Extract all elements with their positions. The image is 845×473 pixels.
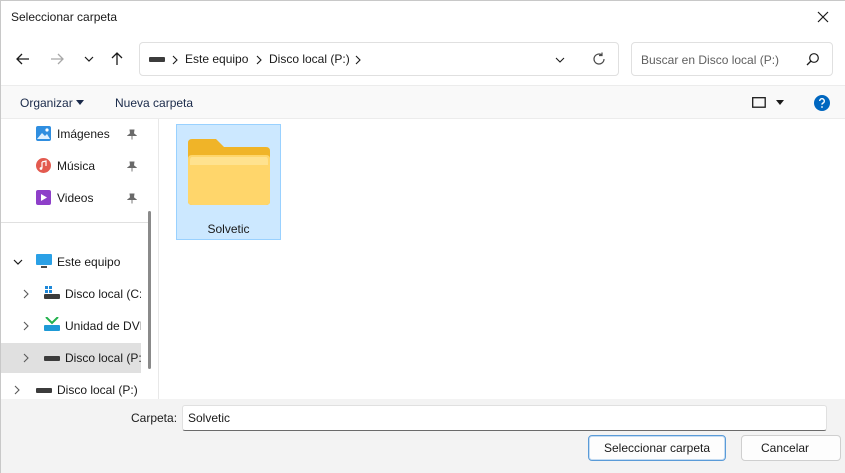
- organize-menu[interactable]: Organizar: [20, 96, 73, 110]
- view-icon[interactable]: [752, 96, 766, 109]
- close-button[interactable]: [800, 1, 845, 33]
- navigation-pane[interactable]: Imágenes Música Videos Este equipo Disco…: [1, 119, 159, 399]
- help-icon[interactable]: [814, 95, 830, 111]
- address-bar[interactable]: Este equipo Disco local (P:): [139, 42, 619, 76]
- this-pc-icon: [36, 254, 52, 268]
- folder-name-input[interactable]: [182, 405, 827, 431]
- drive-icon: [149, 57, 165, 62]
- select-folder-button[interactable]: Seleccionar carpeta: [588, 435, 726, 461]
- folder-field-label: Carpeta:: [131, 411, 178, 425]
- drive-icon: [44, 356, 60, 361]
- sidebar-scrollbar[interactable]: [148, 211, 151, 369]
- folder-item[interactable]: Solvetic: [176, 124, 281, 240]
- sidebar-item-dvd[interactable]: Unidad de DVD: [1, 311, 141, 341]
- search-box[interactable]: Buscar en Disco local (P:): [631, 42, 833, 76]
- back-button[interactable]: [11, 47, 35, 71]
- chevron-right-icon: [256, 55, 262, 65]
- drive-icon: [36, 388, 52, 393]
- music-icon: [36, 158, 51, 173]
- chevron-down-icon[interactable]: [13, 258, 23, 266]
- pin-icon[interactable]: [127, 161, 137, 172]
- windows-drive-icon: [44, 286, 60, 299]
- forward-button[interactable]: [45, 47, 69, 71]
- window-title: Seleccionar carpeta: [11, 10, 118, 24]
- chevron-right-icon[interactable]: [22, 321, 30, 331]
- folder-name: Solvetic: [207, 222, 250, 236]
- chevron-right-icon[interactable]: [22, 353, 30, 363]
- breadcrumb-this-pc[interactable]: Este equipo: [185, 52, 248, 66]
- chevron-down-icon: [84, 56, 94, 62]
- sidebar-item-music[interactable]: Música: [1, 151, 141, 181]
- close-icon: [817, 11, 829, 23]
- cancel-button[interactable]: Cancelar: [741, 435, 841, 461]
- folder-icon: [188, 139, 270, 205]
- dialog-footer: Carpeta: Seleccionar carpeta Cancelar: [1, 399, 845, 473]
- chevron-down-icon[interactable]: [554, 55, 566, 65]
- sidebar-item-drive-p[interactable]: Disco local (P:): [1, 343, 141, 373]
- search-placeholder: Buscar en Disco local (P:): [641, 53, 780, 67]
- pin-icon[interactable]: [127, 129, 137, 140]
- arrow-left-icon: [16, 53, 29, 65]
- file-list[interactable]: Solvetic: [159, 119, 845, 399]
- refresh-icon[interactable]: [592, 52, 606, 66]
- caret-down-icon[interactable]: [76, 100, 84, 106]
- chevron-right-icon: [172, 55, 178, 65]
- sidebar-item-pictures[interactable]: Imágenes: [1, 119, 141, 149]
- pictures-icon: [36, 126, 51, 141]
- chevron-right-icon: [355, 55, 361, 65]
- search-icon: [806, 53, 819, 66]
- title-bar: Seleccionar carpeta: [1, 1, 845, 33]
- chevron-right-icon[interactable]: [13, 385, 21, 395]
- sidebar-item-this-pc[interactable]: Este equipo: [1, 247, 141, 277]
- sidebar-divider: [1, 222, 151, 223]
- breadcrumb-drive-p[interactable]: Disco local (P:): [269, 52, 350, 66]
- dvd-drive-icon: [44, 317, 60, 331]
- caret-down-icon[interactable]: [776, 100, 784, 106]
- chevron-right-icon[interactable]: [22, 289, 30, 299]
- videos-icon: [36, 190, 51, 205]
- pin-icon[interactable]: [127, 193, 137, 204]
- sidebar-item-drive-c[interactable]: Disco local (C:): [1, 279, 141, 309]
- new-folder-button[interactable]: Nueva carpeta: [115, 96, 193, 110]
- arrow-up-icon: [111, 52, 123, 65]
- arrow-right-icon: [51, 53, 64, 65]
- sidebar-item-drive-p-network[interactable]: Disco local (P:): [1, 375, 141, 399]
- command-bar: Organizar Nueva carpeta: [1, 85, 845, 119]
- up-button[interactable]: [105, 47, 129, 71]
- select-folder-dialog: Seleccionar carpeta Este equipo Disco lo…: [0, 0, 845, 473]
- sidebar-item-videos[interactable]: Videos: [1, 183, 141, 213]
- recent-locations-button[interactable]: [77, 47, 101, 71]
